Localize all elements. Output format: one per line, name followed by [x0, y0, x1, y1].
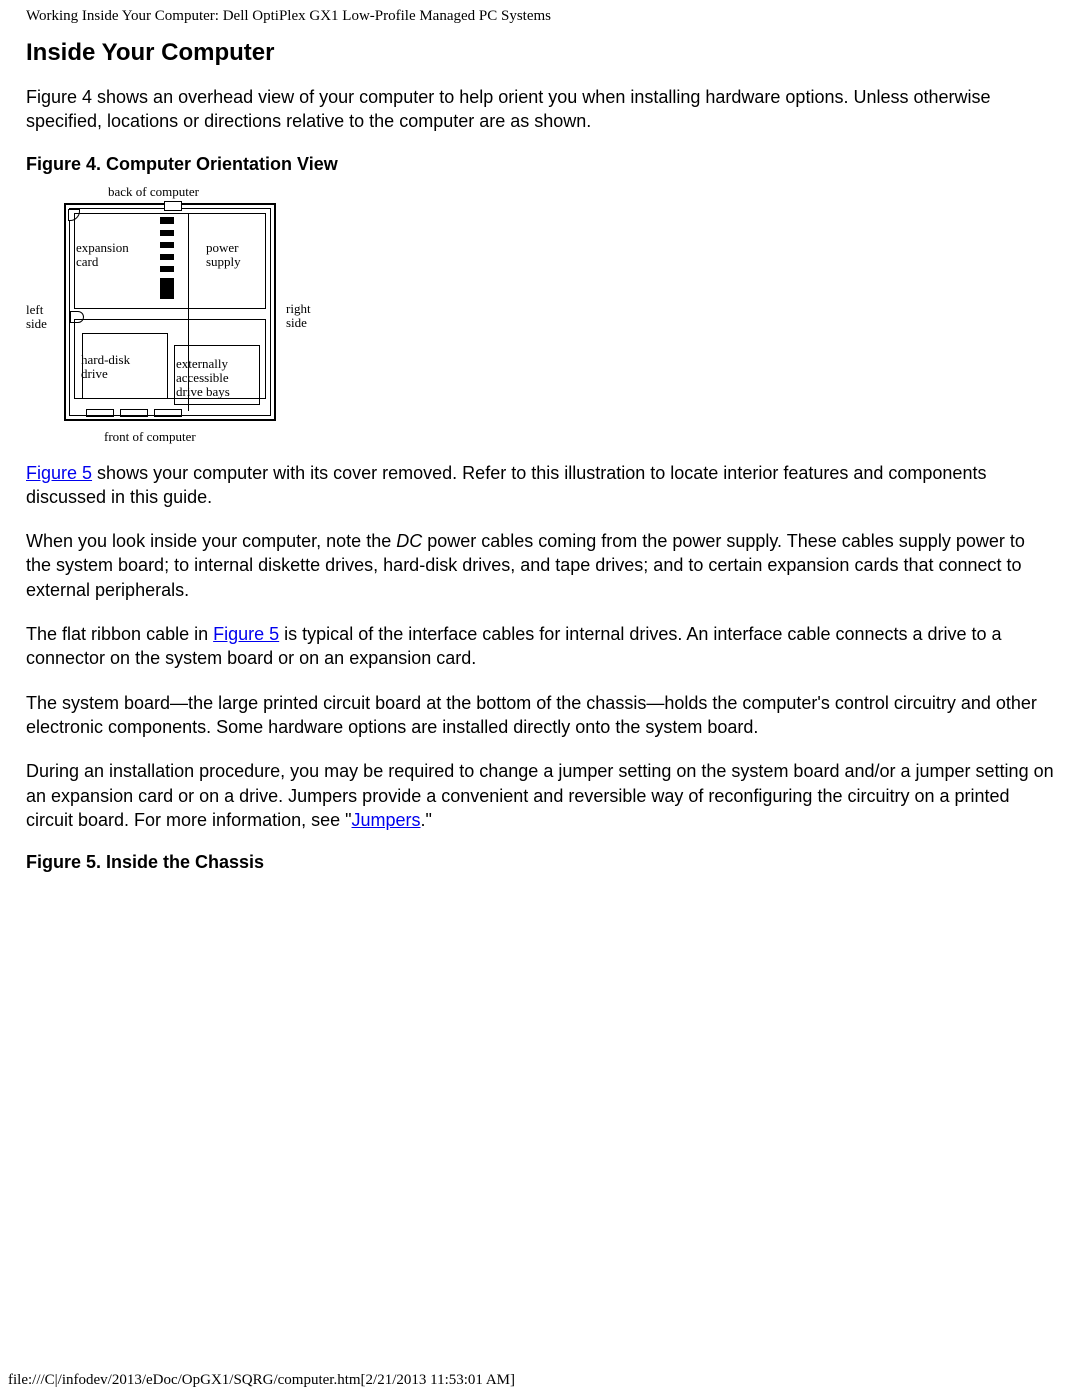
- front-slots-icon: [86, 405, 214, 415]
- text: The flat ribbon cable in: [26, 624, 213, 644]
- footer-path: file:///C|/infodev/2013/eDoc/OpGX1/SQRG/…: [8, 1372, 515, 1389]
- figure5-link[interactable]: Figure 5: [26, 463, 92, 483]
- chassis-outline: [64, 203, 276, 421]
- text: During an installation procedure, you ma…: [26, 761, 1054, 830]
- text: shows your computer with its cover remov…: [26, 463, 986, 507]
- paragraph-ribbon: The flat ribbon cable in Figure 5 is typ…: [26, 622, 1054, 671]
- label-left: left side: [26, 303, 47, 332]
- label-front: front of computer: [104, 430, 196, 444]
- figure5-link-2[interactable]: Figure 5: [213, 624, 279, 644]
- dc-term: DC: [396, 531, 422, 551]
- label-expansion: expansion card: [76, 241, 129, 270]
- riser-card-icon: [160, 217, 174, 299]
- figure4-caption: Figure 4. Computer Orientation View: [26, 154, 1054, 175]
- label-hdd: hard-disk drive: [81, 353, 130, 382]
- text: When you look inside your computer, note…: [26, 531, 396, 551]
- document-page: Working Inside Your Computer: Dell OptiP…: [0, 0, 1080, 873]
- paragraph-intro: Figure 4 shows an overhead view of your …: [26, 85, 1054, 134]
- paragraph-sysboard: The system board—the large printed circu…: [26, 691, 1054, 740]
- tab-icon: [164, 201, 182, 211]
- label-back: back of computer: [108, 185, 199, 199]
- text: .": [421, 810, 432, 830]
- page-title: Working Inside Your Computer: Dell OptiP…: [26, 8, 1054, 25]
- section-heading: Inside Your Computer: [26, 39, 1054, 67]
- jumpers-link[interactable]: Jumpers: [352, 810, 421, 830]
- figure5-caption: Figure 5. Inside the Chassis: [26, 852, 1054, 873]
- label-drivebays: externally accessible drive bays: [176, 357, 230, 400]
- paragraph-dc: When you look inside your computer, note…: [26, 529, 1054, 602]
- paragraph-fig5ref: Figure 5 shows your computer with its co…: [26, 461, 1054, 510]
- label-right: right side: [286, 302, 311, 331]
- figure4-diagram: back of computer left side right side fr…: [26, 185, 336, 443]
- label-power: power supply: [206, 241, 241, 270]
- paragraph-jumpers: During an installation procedure, you ma…: [26, 759, 1054, 832]
